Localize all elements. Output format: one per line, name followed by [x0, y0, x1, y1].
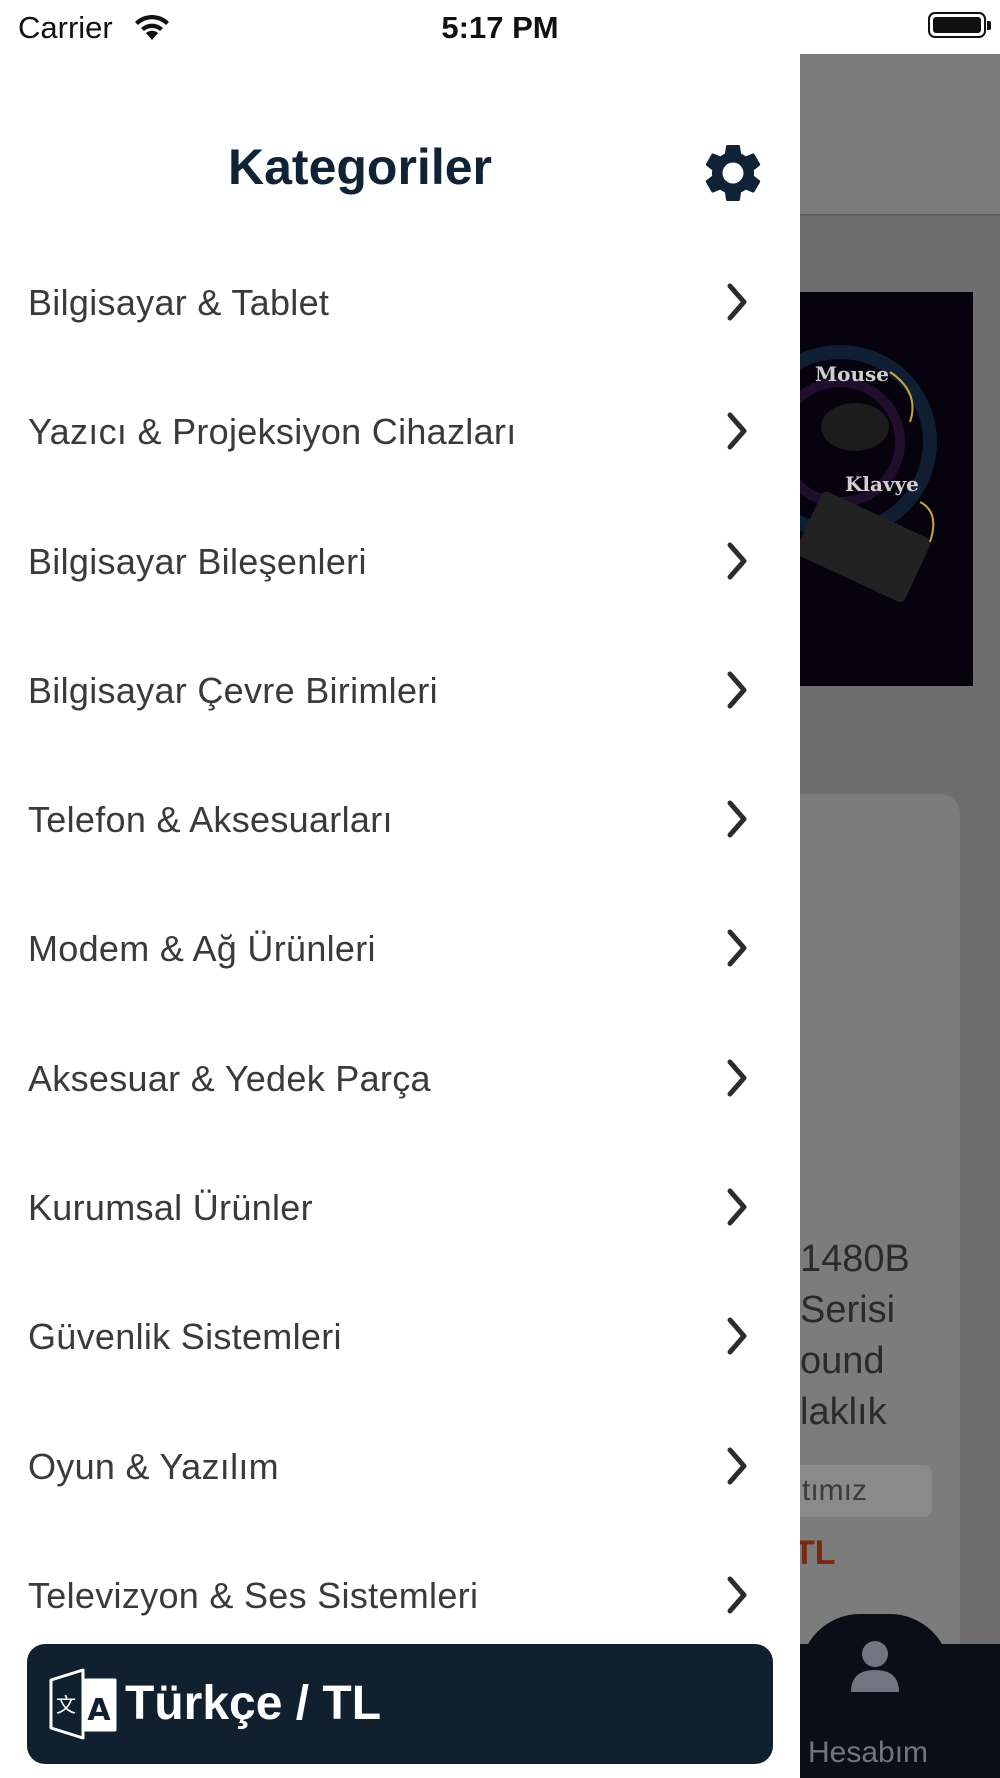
battery-icon: [928, 12, 991, 38]
chevron-right-icon: [727, 1188, 747, 1226]
category-item-aksesuar-yedek-parca[interactable]: Aksesuar & Yedek Parça: [0, 1014, 800, 1143]
category-item-kurumsal-urunler[interactable]: Kurumsal Ürünler: [0, 1143, 800, 1272]
gear-icon[interactable]: [698, 138, 768, 208]
category-item-televizyon-ses[interactable]: Televizyon & Ses Sistemleri: [0, 1531, 800, 1660]
background-pill: tımız: [800, 1465, 932, 1517]
tab-account-label: Hesabım: [808, 1736, 929, 1769]
category-label: Bilgisayar & Tablet: [28, 282, 330, 323]
chevron-right-icon: [727, 800, 747, 838]
background-price: TL: [800, 1534, 836, 1572]
background-banner: Mouse Klavye: [800, 292, 973, 686]
categories-drawer: Kategoriler Bilgisayar & Tablet Yazıcı &…: [0, 54, 800, 1778]
banner-keyboard-text: Klavye: [845, 472, 919, 496]
category-label: Yazıcı & Projeksiyon Cihazları: [28, 411, 517, 453]
chevron-right-icon: [727, 929, 747, 967]
banner-mouse-text: Mouse: [815, 362, 890, 386]
background-app-overlay[interactable]: Mouse Klavye 1480B Serisi ound laklık tı…: [800, 54, 1000, 1778]
background-product-title: 1480B Serisi ound laklık: [800, 1238, 910, 1433]
category-item-modem-ag[interactable]: Modem & Ağ Ürünleri: [0, 884, 800, 1013]
svg-text:A: A: [87, 1693, 111, 1728]
chevron-right-icon: [727, 1576, 747, 1614]
category-label: Bilgisayar Çevre Birimleri: [28, 669, 438, 711]
category-label: Telefon & Aksesuarları: [28, 799, 393, 841]
category-label: Güvenlik Sistemleri: [28, 1316, 342, 1358]
svg-text:文: 文: [56, 1693, 76, 1717]
account-icon: [851, 1641, 899, 1692]
language-currency-button[interactable]: A 文 Türkçe / TL: [27, 1644, 773, 1764]
chevron-right-icon: [727, 671, 747, 709]
category-item-guvenlik-sistemleri[interactable]: Güvenlik Sistemleri: [0, 1272, 800, 1401]
category-label: Aksesuar & Yedek Parça: [28, 1057, 431, 1099]
chevron-right-icon: [727, 283, 747, 321]
category-item-bilgisayar-tablet[interactable]: Bilgisayar & Tablet: [0, 238, 800, 367]
category-item-yazici-projeksiyon[interactable]: Yazıcı & Projeksiyon Cihazları: [0, 367, 800, 496]
chevron-right-icon: [727, 1447, 747, 1485]
category-item-telefon-aksesuarlari[interactable]: Telefon & Aksesuarları: [0, 755, 800, 884]
chevron-right-icon: [727, 1059, 747, 1097]
drawer-title: Kategoriler: [228, 139, 492, 195]
category-item-oyun-yazilim[interactable]: Oyun & Yazılım: [0, 1402, 800, 1531]
background-header: [800, 54, 1000, 216]
chevron-right-icon: [727, 1317, 747, 1355]
status-time: 5:17 PM: [441, 10, 559, 45]
category-item-cevre-birimleri[interactable]: Bilgisayar Çevre Birimleri: [0, 626, 800, 755]
chevron-right-icon: [727, 542, 747, 580]
status-bar: Carrier 5:17 PM: [0, 0, 1000, 54]
category-label: Kurumsal Ürünler: [28, 1187, 313, 1229]
category-list: Bilgisayar & Tablet Yazıcı & Projeksiyon…: [0, 238, 800, 1660]
category-label: Modem & Ağ Ürünleri: [28, 928, 376, 970]
category-label: Oyun & Yazılım: [28, 1445, 279, 1487]
translate-icon: A 文: [49, 1668, 117, 1740]
category-label: Televizyon & Ses Sistemleri: [28, 1574, 479, 1616]
language-button-label: Türkçe / TL: [125, 1677, 382, 1730]
category-label: Bilgisayar Bileşenleri: [28, 540, 367, 582]
chevron-right-icon: [727, 412, 747, 450]
category-item-bilgisayar-bilesenleri[interactable]: Bilgisayar Bileşenleri: [0, 497, 800, 626]
